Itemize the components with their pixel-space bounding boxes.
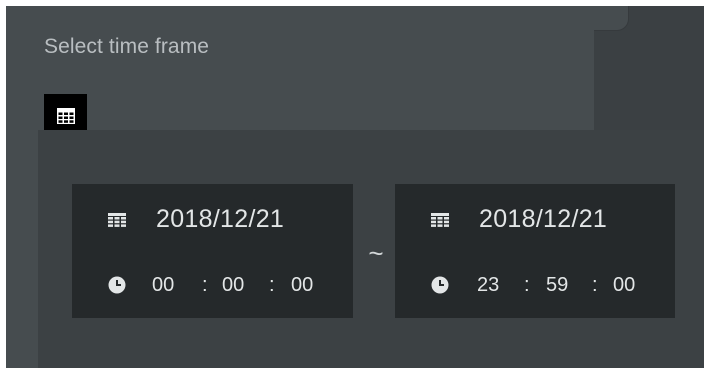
range-separator: ~ <box>368 238 384 268</box>
time-colon: : <box>202 274 208 296</box>
start-date-row[interactable]: 2018/12/21 <box>72 203 353 237</box>
start-date-value[interactable]: 2018/12/21 <box>156 205 284 234</box>
time-colon: : <box>269 274 275 296</box>
start-minute-input[interactable]: 00 <box>222 274 244 297</box>
end-datetime-box: 2018/12/21 23 : 59 : 00 <box>395 184 675 318</box>
end-minute-input[interactable]: 59 <box>546 274 568 297</box>
start-datetime-box: 2018/12/21 00 : 00 : 00 <box>72 184 353 318</box>
calendar-icon <box>107 210 127 230</box>
end-date-value[interactable]: 2018/12/21 <box>479 205 607 234</box>
side-notch <box>594 6 629 31</box>
start-time-row: 00 : 00 : 00 <box>72 268 353 302</box>
clock-icon <box>107 275 127 295</box>
time-frame-panel: Select time frame 2018/12/21 00: 00: 0… <box>6 6 704 368</box>
time-colon: : <box>524 274 530 296</box>
end-hour-input[interactable]: 23 <box>477 274 499 297</box>
time-colon: : <box>592 274 598 296</box>
calendar-icon <box>430 210 450 230</box>
calendar-icon <box>56 107 75 124</box>
clock-icon <box>430 275 450 295</box>
panel-title: Select time frame <box>44 35 210 58</box>
end-second-input[interactable]: 00 <box>613 274 635 297</box>
start-second-input[interactable]: 00 <box>291 274 313 297</box>
end-date-row[interactable]: 2018/12/21 <box>395 203 675 237</box>
start-hour-input[interactable]: 00 <box>152 274 174 297</box>
end-time-row: 23 : 59 : 00 <box>395 268 675 302</box>
